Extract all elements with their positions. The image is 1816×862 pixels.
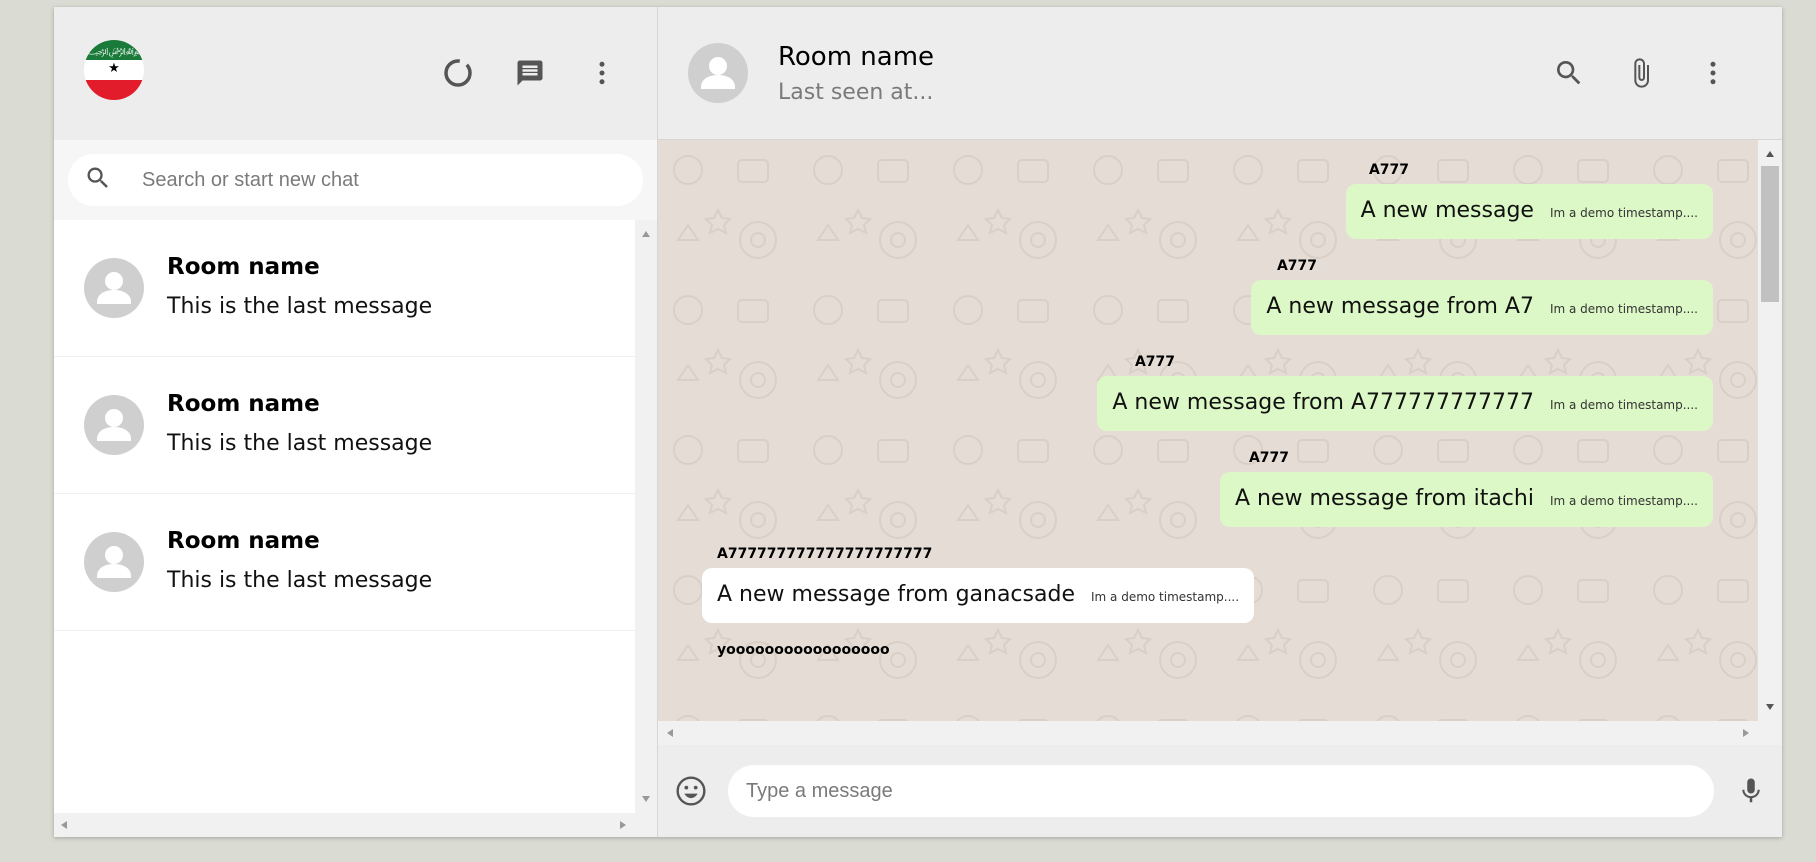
message-bubble[interactable]: A new message from itachi Im a demo time… bbox=[1220, 472, 1713, 527]
microphone-icon[interactable] bbox=[1734, 774, 1768, 808]
last-seen: Last seen at... bbox=[778, 79, 934, 105]
flag-avatar-icon[interactable]: ﷽ ★ bbox=[84, 40, 144, 100]
avatar bbox=[84, 395, 144, 455]
sidebar-vertical-scrollbar[interactable] bbox=[635, 220, 657, 837]
sidebar: ﷽ ★ Search or start new chat Room name T… bbox=[54, 7, 658, 837]
message-bubble[interactable]: A new message Im a demo timestamp.... bbox=[1345, 184, 1713, 239]
chat-name: Room name bbox=[167, 390, 320, 417]
avatar bbox=[84, 532, 144, 592]
message: yooooooooooooooooo bbox=[702, 642, 1713, 664]
sidebar-horizontal-scrollbar[interactable] bbox=[54, 813, 657, 837]
message-timestamp: Im a demo timestamp.... bbox=[1549, 206, 1698, 220]
new-chat-icon[interactable] bbox=[513, 56, 547, 90]
message-sender: A777 bbox=[1276, 258, 1317, 274]
messages-horizontal-scrollbar[interactable] bbox=[658, 721, 1782, 745]
message-bubble[interactable]: A new message from A777777777777 Im a de… bbox=[1097, 376, 1713, 431]
message-timestamp: Im a demo timestamp.... bbox=[1549, 302, 1698, 316]
message-input-wrapper bbox=[728, 765, 1714, 817]
message-text: A new message bbox=[1360, 198, 1534, 223]
chat-list-container: Room name This is the last message Room … bbox=[54, 220, 657, 837]
chat-last-message: This is the last message bbox=[167, 567, 433, 593]
chat-header: Room name Last seen at... bbox=[658, 7, 1782, 140]
message-timestamp: Im a demo timestamp.... bbox=[1549, 494, 1698, 508]
message-timestamp: Im a demo timestamp.... bbox=[1549, 398, 1698, 412]
chat-title: Room name bbox=[778, 41, 935, 72]
chat-list-item[interactable]: Room name This is the last message bbox=[54, 220, 635, 357]
message-list: A777 A new message Im a demo timestamp..… bbox=[658, 140, 1758, 721]
message-timestamp: Im a demo timestamp.... bbox=[1090, 590, 1240, 604]
search-icon[interactable] bbox=[1552, 56, 1586, 90]
message-composer bbox=[658, 745, 1782, 837]
search-input[interactable] bbox=[140, 167, 544, 193]
message-bubble[interactable]: A new message from A7 Im a demo timestam… bbox=[1251, 280, 1713, 335]
message-bubble[interactable]: A new message from ganacsade Im a demo t… bbox=[702, 568, 1255, 623]
chat-panel: Room name Last seen at... A777 A new mes… bbox=[658, 7, 1782, 837]
message-text: A new message from A777777777777 bbox=[1112, 390, 1534, 415]
message-text: A new message from ganacsade bbox=[717, 582, 1075, 607]
chat-list-item[interactable]: Room name This is the last message bbox=[54, 494, 635, 631]
message: A777 A new message from A777777777777 Im… bbox=[702, 354, 1713, 431]
chat-name: Room name bbox=[167, 527, 320, 554]
message-text: A new message from A7 bbox=[1266, 294, 1534, 319]
chat-last-message: This is the last message bbox=[167, 430, 433, 456]
message-text: A new message from itachi bbox=[1235, 486, 1534, 511]
status-icon[interactable] bbox=[441, 56, 475, 90]
message-sender: A777777777777777777777 bbox=[717, 546, 933, 562]
message-sender: yooooooooooooooooo bbox=[717, 642, 890, 658]
message: A777 A new message from itachi Im a demo… bbox=[702, 450, 1713, 527]
messages-vertical-scrollbar[interactable] bbox=[1758, 140, 1782, 721]
message: A777 A new message Im a demo timestamp..… bbox=[702, 162, 1713, 239]
message: A777 A new message from A7 Im a demo tim… bbox=[702, 258, 1713, 335]
attach-icon[interactable] bbox=[1624, 56, 1658, 90]
chat-list: Room name This is the last message Room … bbox=[54, 220, 635, 837]
whatsapp-clone-app: ﷽ ★ Search or start new chat Room name T… bbox=[54, 7, 1782, 837]
avatar bbox=[84, 258, 144, 318]
chat-last-message: This is the last message bbox=[167, 293, 433, 319]
messages-area: A777 A new message Im a demo timestamp..… bbox=[658, 140, 1782, 721]
menu-icon[interactable] bbox=[1696, 56, 1730, 90]
message-sender: A777 bbox=[1134, 354, 1175, 370]
avatar[interactable] bbox=[688, 43, 748, 103]
sidebar-header: ﷽ ★ bbox=[54, 7, 657, 140]
search-box bbox=[68, 154, 643, 206]
message-sender: A777 bbox=[1248, 450, 1289, 466]
search-icon bbox=[84, 164, 112, 196]
chat-list-item[interactable]: Room name This is the last message bbox=[54, 357, 635, 494]
message-sender: A777 bbox=[1368, 162, 1409, 178]
emoji-icon[interactable] bbox=[674, 774, 708, 808]
menu-icon[interactable] bbox=[585, 56, 619, 90]
chat-name: Room name bbox=[167, 253, 320, 280]
message: A777777777777777777777 A new message fro… bbox=[702, 546, 1713, 623]
search-bar bbox=[54, 140, 657, 220]
message-input[interactable] bbox=[744, 778, 1698, 804]
